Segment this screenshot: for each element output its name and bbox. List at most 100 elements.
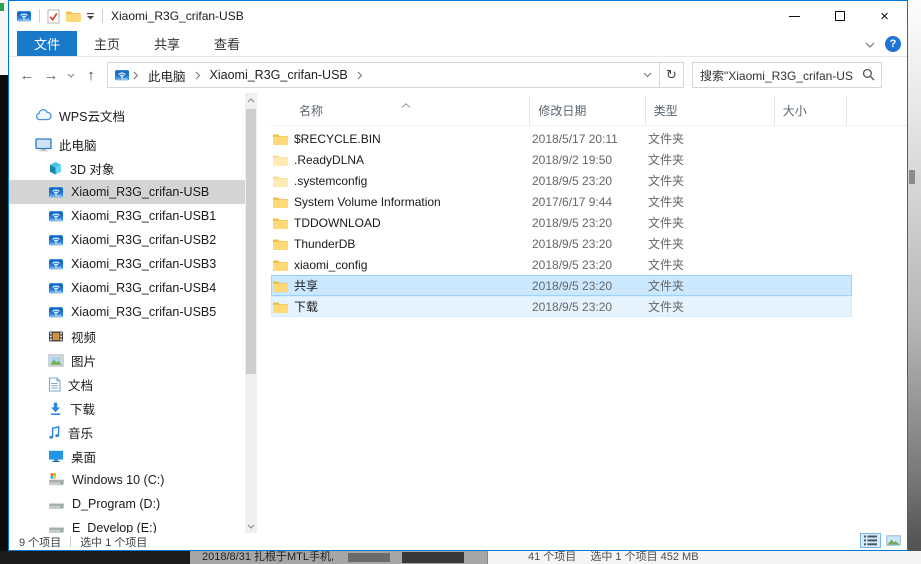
breadcrumb-chevron-icon xyxy=(354,71,366,80)
file-name: ThunderDB xyxy=(294,236,356,251)
separator xyxy=(102,9,103,23)
column-header-type[interactable]: 类型 xyxy=(646,96,775,125)
tab-file[interactable]: 文件 xyxy=(17,31,78,56)
sidebar-item[interactable]: Xiaomi_R3G_crifan-USB5 xyxy=(9,300,245,324)
thumbnails-view-button[interactable] xyxy=(883,533,904,548)
background-icon-blob xyxy=(348,553,390,562)
sidebar-item[interactable]: Xiaomi_R3G_crifan-USB3 xyxy=(9,252,245,276)
download-icon xyxy=(48,401,63,416)
sidebar-item[interactable]: 3D 对象 xyxy=(9,156,245,180)
sidebar-item-label: 3D 对象 xyxy=(70,162,115,177)
tab-home[interactable]: 主页 xyxy=(77,31,137,56)
sidebar-item[interactable]: Xiaomi_R3G_crifan-USB2 xyxy=(9,228,245,252)
search-input[interactable] xyxy=(693,63,881,87)
breadcrumb-item[interactable]: Xiaomi_R3G_crifan-USB xyxy=(204,68,354,82)
network-drive-icon xyxy=(48,184,64,200)
status-bar: 9 个项目 选中 1 个项目 xyxy=(9,533,907,550)
title-bar: Xiaomi_R3G_crifan-USB × xyxy=(9,1,907,31)
sidebar-item[interactable]: Xiaomi_R3G_crifan-USB xyxy=(9,180,245,204)
background-right-text: 41 个项目 选中 1 个项目 452 MB xyxy=(528,551,699,563)
file-row[interactable]: 共享 2018/9/5 23:20 文件夹 xyxy=(271,275,852,296)
column-header-row: 名称 修改日期 类型 大小 xyxy=(271,96,907,126)
file-date-modified: 2018/5/17 20:11 xyxy=(532,131,618,146)
sidebar-item[interactable]: 音乐 xyxy=(9,420,245,444)
column-header-name[interactable]: 名称 xyxy=(271,96,531,125)
background-window-right-mark xyxy=(909,170,915,184)
file-type: 文件夹 xyxy=(648,279,685,293)
up-button[interactable]: ↑ xyxy=(79,63,103,87)
sidebar-item[interactable]: D_Program (D:) xyxy=(9,492,245,516)
sidebar-item[interactable]: 图片 xyxy=(9,348,245,372)
scroll-up-icon[interactable] xyxy=(245,93,257,107)
recent-locations-dropdown-icon[interactable] xyxy=(63,63,79,87)
close-button[interactable]: × xyxy=(862,1,907,31)
sidebar-item[interactable]: 下载 xyxy=(9,396,245,420)
help-button[interactable]: ? xyxy=(885,36,901,52)
sidebar-item-label: Xiaomi_R3G_crifan-USB5 xyxy=(71,305,217,319)
maximize-button[interactable] xyxy=(817,1,862,31)
file-type: 文件夹 xyxy=(648,132,685,146)
file-type: 文件夹 xyxy=(648,237,685,251)
file-row[interactable]: xiaomi_config 2018/9/5 23:20 文件夹 xyxy=(271,254,852,275)
file-date-modified: 2018/9/5 23:20 xyxy=(532,299,613,314)
file-row[interactable]: TDDOWNLOAD 2018/9/5 23:20 文件夹 xyxy=(271,212,852,233)
minimize-button[interactable] xyxy=(772,1,817,31)
cloud-icon xyxy=(35,108,52,122)
column-header-size[interactable]: 大小 xyxy=(775,96,848,125)
sidebar-item-label: 桌面 xyxy=(71,450,97,465)
document-icon xyxy=(48,376,61,392)
video-icon xyxy=(48,330,64,343)
file-row[interactable]: ThunderDB 2018/9/5 23:20 文件夹 xyxy=(271,233,852,254)
sidebar-item-label: Windows 10 (C:) xyxy=(72,473,165,487)
refresh-button[interactable]: ↻ xyxy=(660,62,684,88)
search-box[interactable] xyxy=(692,62,882,88)
file-row[interactable]: $RECYCLE.BIN 2018/5/17 20:11 文件夹 xyxy=(271,128,852,149)
background-icon-blob xyxy=(402,552,464,563)
back-button[interactable]: ← xyxy=(15,63,39,87)
sidebar-item[interactable]: 文档 xyxy=(9,372,245,396)
ribbon-tab-bar: 文件 主页 共享 查看 ? xyxy=(9,31,907,57)
file-row[interactable]: .systemconfig 2018/9/5 23:20 文件夹 xyxy=(271,170,852,191)
sidebar-item[interactable]: 视频 xyxy=(9,324,245,348)
sidebar-item[interactable]: Windows 10 (C:) xyxy=(9,468,245,492)
main-area: WPS云文档 此电脑 3D 对象 Xiaomi_R3G_crifan-USB Xiaom… xyxy=(9,93,907,533)
file-date-modified: 2017/6/17 9:44 xyxy=(532,194,613,209)
address-dropdown-icon[interactable] xyxy=(643,72,659,78)
sidebar-item-label: Xiaomi_R3G_crifan-USB4 xyxy=(71,281,217,295)
customize-toolbar-dropdown-icon[interactable] xyxy=(86,12,95,21)
search-icon[interactable] xyxy=(862,68,875,86)
file-type: 文件夹 xyxy=(648,258,685,272)
file-row[interactable]: .ReadyDLNA 2018/9/2 19:50 文件夹 xyxy=(271,149,852,170)
details-view-button[interactable] xyxy=(860,533,881,548)
background-window-right-edge xyxy=(908,0,921,564)
file-row[interactable]: 下载 2018/9/5 23:20 文件夹 xyxy=(271,296,852,317)
scrollbar-thumb[interactable] xyxy=(246,109,256,374)
sidebar-item[interactable]: Xiaomi_R3G_crifan-USB1 xyxy=(9,204,245,228)
new-folder-icon[interactable] xyxy=(65,9,81,23)
column-header-date[interactable]: 修改日期 xyxy=(530,96,646,125)
expand-ribbon-icon[interactable] xyxy=(865,35,875,53)
column-header-label: 大小 xyxy=(782,104,807,118)
sidebar-item[interactable]: 桌面 xyxy=(9,444,245,468)
tab-share[interactable]: 共享 xyxy=(137,31,197,56)
sidebar-item[interactable]: Xiaomi_R3G_crifan-USB4 xyxy=(9,276,245,300)
sidebar-item-label: D_Program (D:) xyxy=(72,497,161,511)
file-row[interactable]: System Volume Information 2017/6/17 9:44 文… xyxy=(271,191,852,212)
sidebar-item[interactable]: 此电脑 xyxy=(9,132,245,156)
file-type: 文件夹 xyxy=(648,174,685,188)
forward-button[interactable]: → xyxy=(39,63,63,87)
file-type: 文件夹 xyxy=(648,153,685,167)
explorer-window: Xiaomi_R3G_crifan-USB × 文件 主页 共享 查看 ? ← … xyxy=(8,0,908,551)
sidebar-scrollbar[interactable] xyxy=(245,93,257,533)
network-drive-icon xyxy=(48,208,64,224)
sidebar-item[interactable]: E_Develop (E:) xyxy=(9,516,245,533)
breadcrumb-item[interactable]: 此电脑 xyxy=(142,66,192,85)
sidebar-item[interactable]: WPS云文档 xyxy=(9,103,245,127)
network-drive-icon xyxy=(114,67,130,83)
tab-view[interactable]: 查看 xyxy=(197,31,257,56)
background-window-left-edge xyxy=(0,75,8,551)
address-breadcrumb-bar[interactable]: 此电脑 Xiaomi_R3G_crifan-USB xyxy=(107,62,660,88)
scroll-down-icon[interactable] xyxy=(245,519,257,533)
properties-check-icon[interactable] xyxy=(47,9,60,24)
close-icon: × xyxy=(880,7,889,25)
